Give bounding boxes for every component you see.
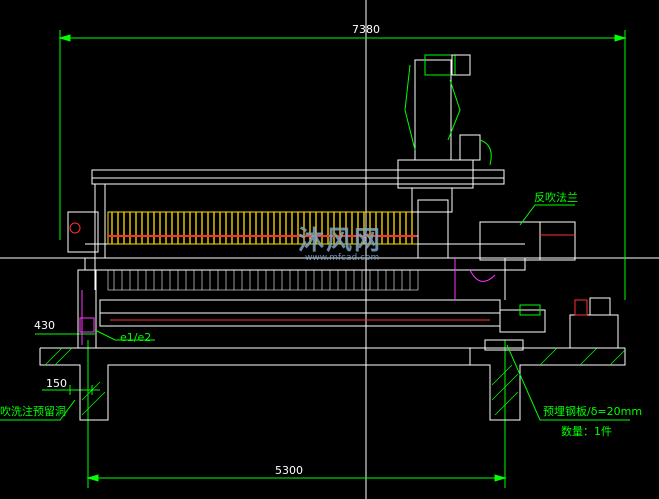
watermark-url: www.mfcad.com bbox=[305, 253, 380, 263]
foundation-hatch bbox=[44, 347, 626, 416]
pipe-label: e1/e2 bbox=[120, 331, 152, 344]
foundation bbox=[39, 339, 626, 421]
backwash-flange-label: 反吹法兰 bbox=[534, 191, 578, 204]
lower-plates bbox=[107, 269, 419, 291]
drip-tray bbox=[99, 299, 546, 333]
dimension-overall-label: 7380 bbox=[352, 23, 380, 36]
left-end bbox=[67, 211, 99, 349]
dimension-left-offset-label: 430 bbox=[34, 319, 55, 332]
hydraulic-station bbox=[569, 297, 619, 349]
embedded-plate-label: 预埋钢板/δ=20mm bbox=[543, 405, 643, 418]
left-note-label: 吹洗注预留洞 bbox=[0, 405, 66, 418]
dimension-lower-label: 5300 bbox=[275, 464, 303, 477]
quantity-label: 数量：1件 bbox=[561, 425, 612, 438]
dimension-left-width-label: 150 bbox=[46, 377, 67, 390]
wash-mast bbox=[397, 54, 492, 213]
watermark-text: 沐风网 bbox=[298, 226, 383, 256]
right-head bbox=[417, 199, 576, 300]
